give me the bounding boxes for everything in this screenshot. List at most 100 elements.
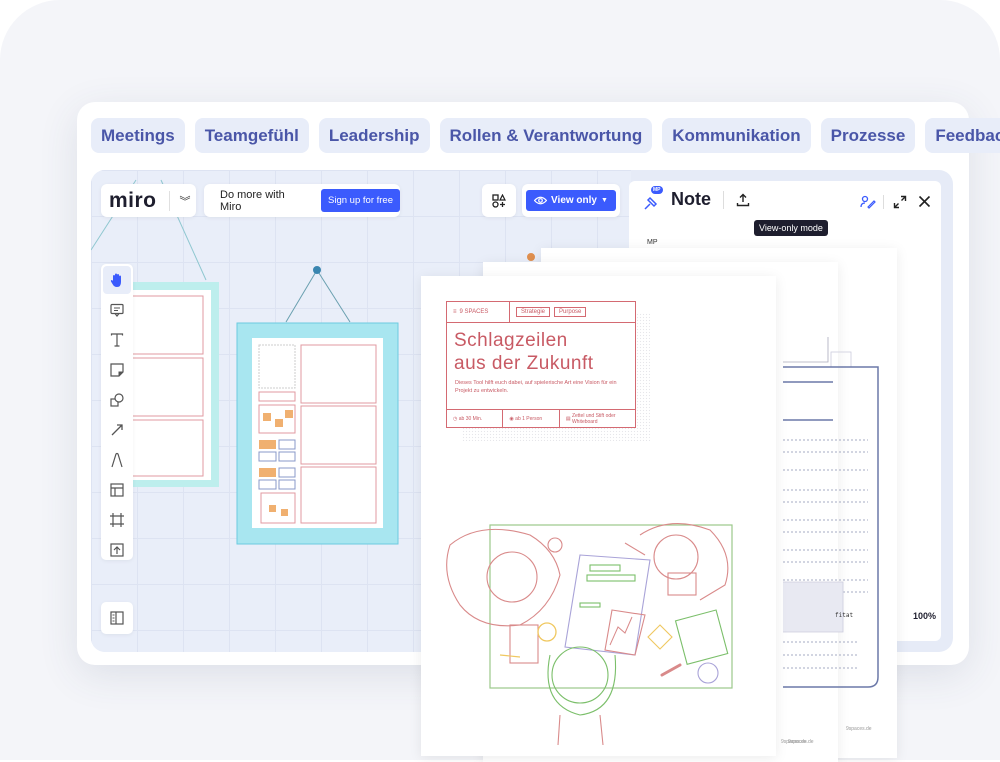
divider xyxy=(168,190,170,211)
card-outline xyxy=(278,479,296,490)
tab-rollen-verantwortung[interactable]: Rollen & Verantwortung xyxy=(439,118,653,153)
pin-icon xyxy=(313,266,321,274)
name-box xyxy=(258,391,296,402)
promo-widget: Do more with Miro Sign up for free xyxy=(204,184,400,217)
text-tool[interactable] xyxy=(103,326,131,354)
share-icon[interactable] xyxy=(736,193,750,207)
view-only-tooltip: View-only mode xyxy=(754,220,828,236)
tab-meetings[interactable]: Meetings xyxy=(91,118,185,153)
title-line-2: aus der Zukunft xyxy=(454,353,594,374)
comment-icon xyxy=(110,303,124,317)
promo-text: Do more with Miro xyxy=(220,188,285,213)
sticky-note xyxy=(259,468,276,477)
brand-name: 9 SPACES xyxy=(459,309,489,315)
eye-icon xyxy=(534,196,548,205)
avatar-badge: MP xyxy=(651,185,663,194)
team-illustration xyxy=(446,523,733,746)
view-only-label: View only xyxy=(551,195,597,206)
sticky-note xyxy=(269,505,276,512)
card-outline xyxy=(278,451,296,462)
photo-placeholder xyxy=(258,344,296,389)
pin-icon xyxy=(644,196,658,210)
worksheet-outline xyxy=(783,337,879,688)
card-outline xyxy=(278,467,296,478)
left-frame-box xyxy=(130,419,204,477)
text-box xyxy=(300,466,377,524)
shapes-icon xyxy=(110,393,124,407)
connector-tool[interactable] xyxy=(103,416,131,444)
shapes-tool[interactable] xyxy=(103,386,131,414)
upload-icon xyxy=(110,543,124,557)
tool-card: ≡ 9 SPACES Strategie Purpose Schlagzeile… xyxy=(446,301,636,428)
note-header: MP Note xyxy=(643,185,750,210)
tab-leadership[interactable]: Leadership xyxy=(318,118,430,153)
hanging-string xyxy=(285,269,318,323)
miro-logo-widget: miro ︾ xyxy=(101,184,196,217)
tab-kommunikation[interactable]: Kommunikation xyxy=(662,118,811,153)
view-only-button[interactable]: View only ▼ xyxy=(526,190,616,211)
tool-card-title: Schlagzeilen aus der Zukunft xyxy=(447,323,635,375)
sticky-note-tool[interactable] xyxy=(103,356,131,384)
arrow-icon xyxy=(111,424,123,436)
sticky-note xyxy=(285,410,293,418)
comment-tool[interactable] xyxy=(103,296,131,324)
sticky-note-icon xyxy=(110,363,124,377)
collaborators-icon[interactable] xyxy=(860,195,876,209)
materials-text: Zettel und Stift oder Whiteboard xyxy=(571,412,616,425)
chevron-double-down-icon[interactable]: ︾ xyxy=(180,193,191,209)
sticky-note xyxy=(281,509,288,516)
card-outline xyxy=(258,479,277,490)
tab-prozesse[interactable]: Prozesse xyxy=(820,118,916,153)
apps-button[interactable] xyxy=(482,184,516,217)
participants: ◉ ab 1 Person xyxy=(503,410,560,427)
hanging-string xyxy=(316,269,351,323)
close-icon[interactable] xyxy=(918,195,931,208)
view-mode-widget: View only ▼ xyxy=(522,184,620,217)
template-icon xyxy=(110,483,124,497)
tag-purpose: Purpose xyxy=(554,307,587,317)
tag-strategie: Strategie xyxy=(516,307,551,317)
divider xyxy=(723,190,724,209)
sticky-note xyxy=(263,413,271,421)
sidebar-panel-icon xyxy=(110,611,124,625)
divider xyxy=(883,195,884,209)
left-frame-box xyxy=(130,357,204,417)
tab-feedback[interactable]: Feedback xyxy=(925,118,1000,153)
sheet-footer: 9spaces.de xyxy=(846,726,872,732)
participants-text: ab 1 Person xyxy=(515,415,543,422)
hand-icon xyxy=(110,273,121,287)
apps-icon xyxy=(492,193,506,208)
left-frame-box xyxy=(130,295,204,355)
category-tabs: Meetings Teamgefühl Leadership Rollen & … xyxy=(91,118,1000,153)
card-outline xyxy=(258,451,277,462)
chevron-down-icon: ▼ xyxy=(601,197,608,204)
tool-card-description: Dieses Tool hilft euch dabei, auf spiele… xyxy=(455,380,617,394)
pin-icon xyxy=(527,253,535,261)
upload-tool[interactable] xyxy=(103,536,131,564)
pen-icon xyxy=(111,452,123,468)
materials: ▤ Zettel und Stift oder Whiteboard xyxy=(560,410,635,427)
card-outline xyxy=(278,439,296,450)
tab-teamgefuehl[interactable]: Teamgefühl xyxy=(194,118,309,153)
pen-tool[interactable] xyxy=(103,446,131,474)
sheet-label: fitat xyxy=(835,612,854,619)
sticky-note xyxy=(259,440,276,449)
sheet-footer: 9spaces.de xyxy=(781,739,807,745)
zoom-level[interactable]: 100% xyxy=(913,611,936,621)
miro-logo[interactable]: miro xyxy=(109,189,157,213)
sticky-area xyxy=(260,492,296,524)
sign-up-button[interactable]: Sign up for free xyxy=(321,189,400,212)
hand-tool[interactable] xyxy=(103,266,131,294)
frame-icon xyxy=(110,513,124,527)
sticky-note xyxy=(275,419,283,427)
tool-palette xyxy=(101,264,133,560)
expand-icon[interactable] xyxy=(893,195,907,209)
title-line-1: Schlagzeilen xyxy=(454,330,568,351)
board-panel-button[interactable] xyxy=(101,602,133,634)
note-pin: MP xyxy=(643,185,663,210)
text-box xyxy=(300,405,377,465)
templates-tool[interactable] xyxy=(103,476,131,504)
frame-tool[interactable] xyxy=(103,506,131,534)
brand-label: ≡ 9 SPACES xyxy=(447,302,510,322)
brand-icon: ≡ xyxy=(453,309,457,315)
